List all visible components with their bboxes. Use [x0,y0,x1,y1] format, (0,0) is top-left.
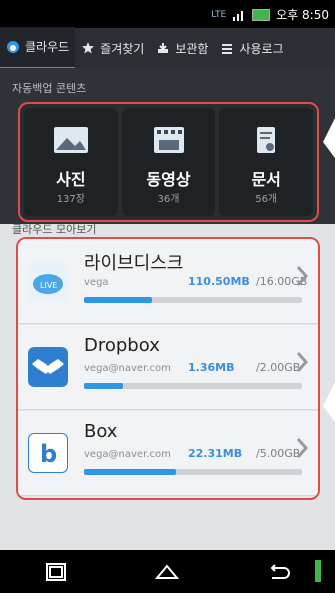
tab-favorites[interactable]: 즐겨찾기 [75,28,150,68]
tile-photos[interactable]: 사진 137장 [24,108,118,216]
battery-icon [252,8,271,21]
tile-label: 문서 [251,170,281,189]
tab-label: 보관함 [175,41,209,56]
tab-label: 사용로그 [239,41,284,56]
system-nav-bar [0,550,335,593]
box-logo-icon: b [28,433,68,473]
cloud-services-list: LIVE 라이브디스크 vega 110.50MB /16.00GB Dropb… [16,237,320,500]
annotation-arrow [323,118,335,158]
storage-progress-fill [84,383,124,389]
recent-apps-icon[interactable] [43,562,69,582]
storage-progress [84,469,302,475]
service-used: 22.31MB [188,447,243,460]
tile-label: 동영상 [146,170,191,189]
signal-icon [233,10,244,21]
tab-label: 클라우드 [25,40,70,54]
svg-text:b: b [40,440,57,468]
service-used: 110.50MB [188,275,250,288]
service-account: vega [84,277,109,288]
network-label: LTE [211,9,227,20]
tile-count: 137장 [56,194,85,205]
service-name: Dropbox [84,335,160,356]
list-icon [222,44,233,54]
service-row-livedisk[interactable]: LIVE 라이브디스크 vega 110.50MB /16.00GB [18,239,318,324]
annotation-arrow [323,382,335,422]
tab-logs[interactable]: 사용로그 [214,28,289,68]
tab-label: 즐겨찾기 [100,41,145,56]
svg-text:LIVE: LIVE [40,281,57,290]
service-total: /5.00GB [256,447,301,460]
section-title: 클라우드 모아보기 [12,223,97,236]
section-title: 자동백업 콘텐츠 [12,82,87,95]
storage-progress-fill [84,469,176,475]
service-name: 라이브디스크 [84,253,184,274]
tab-bar: 클라우드 즐겨찾기 보관함 사용로그 [0,26,335,70]
tab-cloud[interactable]: 클라우드 [0,26,76,70]
storage-progress [84,383,302,389]
service-total: /2.00GB [256,361,301,374]
backup-tiles: 사진 137장 동영상 36개 문서 56개 [18,102,319,222]
tab-storage[interactable]: 보관함 [150,28,214,68]
service-row-box[interactable]: b Box vega@naver.com 22.31MB /5.00GB [18,411,318,496]
tile-count: 36개 [157,194,180,205]
tile-label: 사진 [56,170,86,189]
image-icon [53,127,88,153]
status-bar: LTE 오후 8:50 [0,0,335,28]
dropbox-logo-icon [28,347,68,387]
status-time: 오후 8:50 [276,8,329,22]
cloud-icon [7,40,19,53]
star-icon [82,42,95,54]
service-account: vega@naver.com [84,363,171,374]
chevron-right-icon [296,352,308,372]
tile-videos[interactable]: 동영상 36개 [121,108,216,216]
service-row-dropbox[interactable]: Dropbox vega@naver.com 1.36MB /2.00GB [18,325,318,410]
chevron-right-icon [296,438,308,458]
back-icon[interactable] [266,562,292,582]
menu-indicator[interactable] [315,560,321,582]
home-icon[interactable] [154,562,180,582]
storage-progress [84,297,302,303]
chevron-right-icon [296,266,308,286]
document-icon [257,127,276,153]
tile-count: 56개 [255,194,278,205]
livedisk-logo-icon: LIVE [28,261,68,301]
inbox-icon [158,43,169,53]
service-name: Box [84,421,118,442]
film-icon [153,127,184,153]
storage-progress-fill [84,297,152,303]
tile-documents[interactable]: 문서 56개 [219,108,314,216]
service-used: 1.36MB [188,361,235,374]
service-account: vega@naver.com [84,449,171,460]
